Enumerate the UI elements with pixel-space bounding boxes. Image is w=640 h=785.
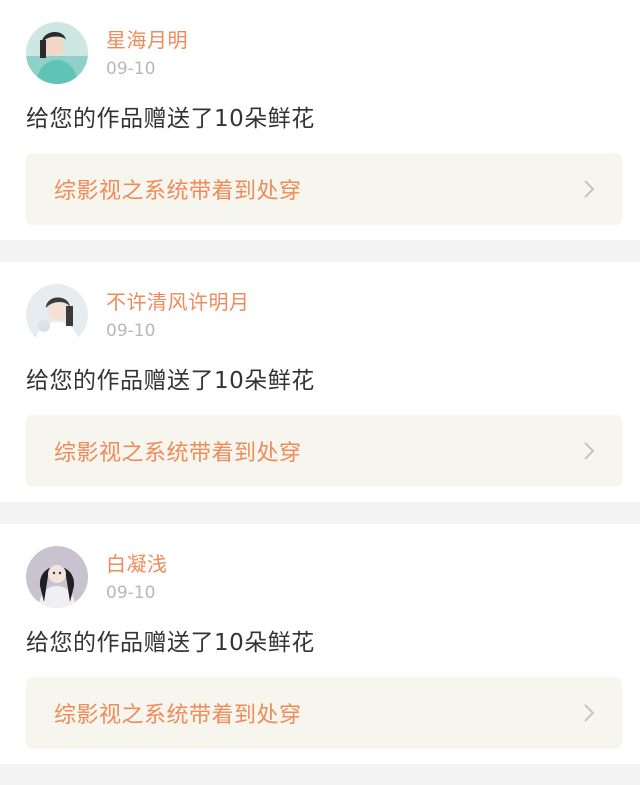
notification-meta: 不许清风许明月 09-10 <box>106 289 250 341</box>
user-avatar-icon[interactable] <box>26 284 88 346</box>
notification-message: 给您的作品赠送了10朵鲜花 <box>26 106 315 132</box>
username-link[interactable]: 白凝浅 <box>106 551 168 577</box>
work-link-button[interactable]: 综影视之系统带着到处穿 <box>26 153 622 225</box>
notification-header: 不许清风许明月 09-10 <box>26 284 250 346</box>
notification-message: 给您的作品赠送了10朵鲜花 <box>26 630 315 656</box>
card-separator <box>0 764 640 785</box>
notification-card: 星海月明 09-10 给您的作品赠送了10朵鲜花 综影视之系统带着到处穿 <box>0 0 640 240</box>
work-title: 综影视之系统带着到处穿 <box>54 441 302 466</box>
notification-meta: 白凝浅 09-10 <box>106 551 168 603</box>
notification-card: 不许清风许明月 09-10 给您的作品赠送了10朵鲜花 综影视之系统带着到处穿 <box>0 262 640 502</box>
notification-date: 09-10 <box>106 59 156 79</box>
work-link-button[interactable]: 综影视之系统带着到处穿 <box>26 415 622 487</box>
work-link-button[interactable]: 综影视之系统带着到处穿 <box>26 677 622 749</box>
username-link[interactable]: 不许清风许明月 <box>106 289 250 315</box>
card-separator <box>0 502 640 524</box>
user-avatar-icon[interactable] <box>26 546 88 608</box>
chevron-right-icon <box>580 178 598 200</box>
notification-card: 白凝浅 09-10 给您的作品赠送了10朵鲜花 综影视之系统带着到处穿 <box>0 524 640 764</box>
notification-feed: 星海月明 09-10 给您的作品赠送了10朵鲜花 综影视之系统带着到处穿 不许清… <box>0 0 640 785</box>
card-separator <box>0 240 640 262</box>
user-avatar-icon[interactable] <box>26 22 88 84</box>
work-title: 综影视之系统带着到处穿 <box>54 179 302 204</box>
username-link[interactable]: 星海月明 <box>106 27 188 53</box>
notification-message: 给您的作品赠送了10朵鲜花 <box>26 368 315 394</box>
work-title: 综影视之系统带着到处穿 <box>54 703 302 728</box>
notification-header: 白凝浅 09-10 <box>26 546 168 608</box>
notification-header: 星海月明 09-10 <box>26 22 188 84</box>
notification-date: 09-10 <box>106 583 156 603</box>
notification-meta: 星海月明 09-10 <box>106 27 188 79</box>
chevron-right-icon <box>580 702 598 724</box>
notification-date: 09-10 <box>106 321 156 341</box>
chevron-right-icon <box>580 440 598 462</box>
